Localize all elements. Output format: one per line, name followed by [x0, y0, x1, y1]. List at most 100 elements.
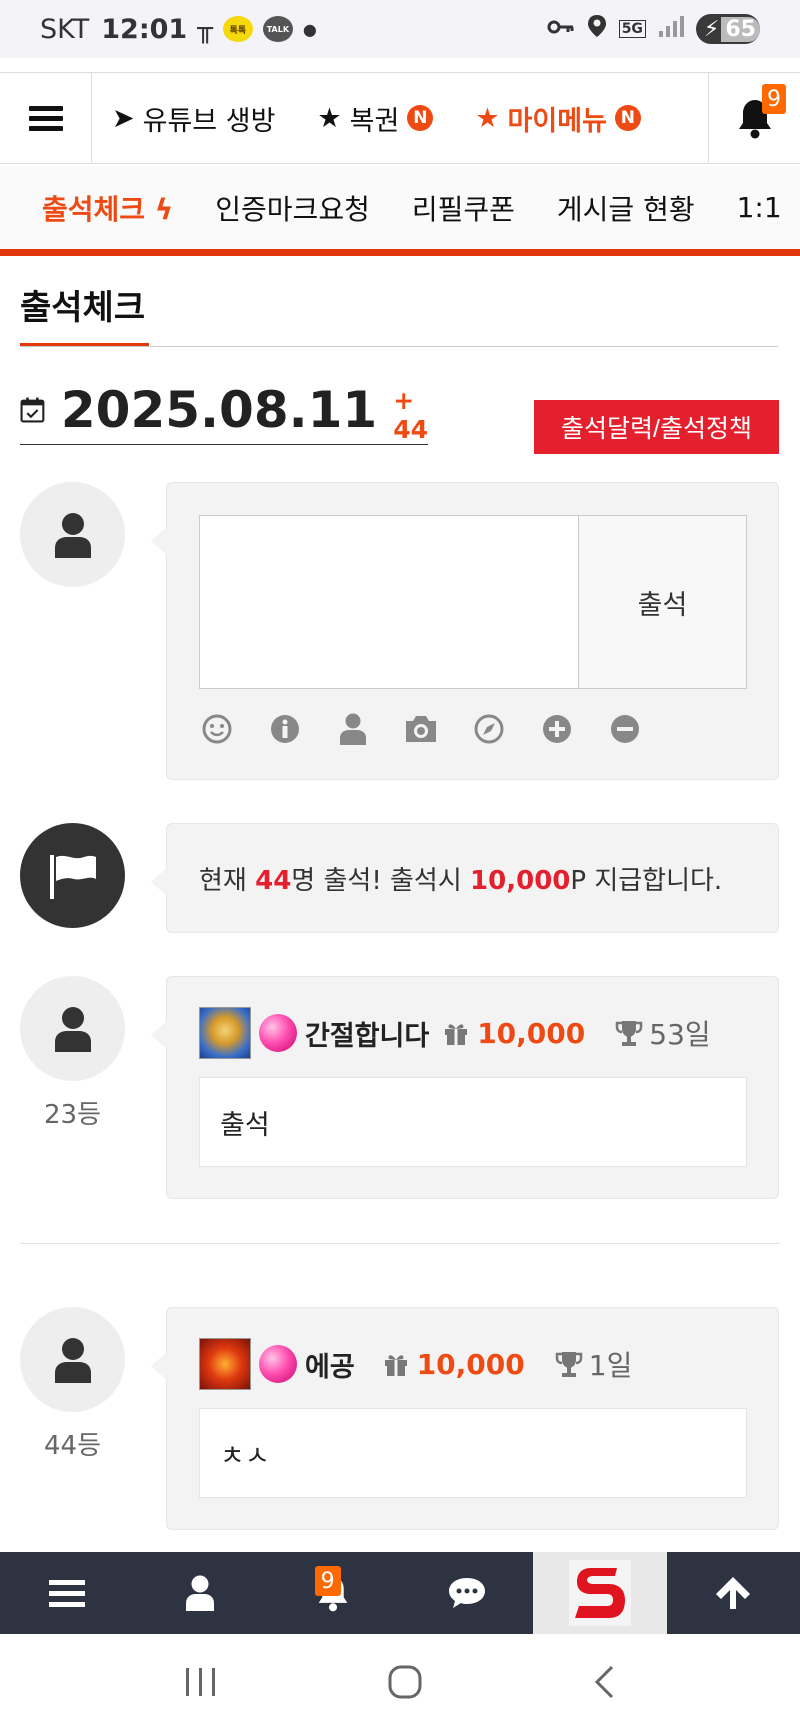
nav-item-label: 유튜브 생방: [142, 105, 276, 137]
notice-mid: 명 출석! 출석시: [291, 866, 471, 896]
system-nav-bar: [0, 1634, 800, 1734]
nav-item-label: 복권: [349, 105, 400, 137]
scroll-top-button[interactable]: [667, 1552, 800, 1634]
rank-label: 23등: [43, 1100, 101, 1130]
top-nav: ➤ 유튜브 생방 ★ 복권 N ★ 마이메뉴 N 9: [0, 72, 800, 164]
info-icon[interactable]: [267, 711, 303, 747]
lightning-icon: ϟ: [154, 192, 174, 226]
page-title: 출석체크: [20, 288, 146, 328]
trophy-icon: [616, 1021, 643, 1046]
user-icon: [54, 512, 91, 558]
username[interactable]: 간절합니다: [305, 1014, 429, 1053]
status-right: 5G ⚡ 65: [547, 14, 760, 44]
menu-button[interactable]: [0, 72, 92, 164]
notice-points: 10,000: [470, 866, 571, 896]
camera-icon[interactable]: [403, 711, 439, 747]
username[interactable]: 에공: [305, 1345, 355, 1384]
chat-icon: [448, 1578, 485, 1608]
attendance-policy-button[interactable]: 출석달력/출석정책: [534, 400, 779, 454]
nav-item-label: 마이메뉴: [507, 105, 607, 137]
talk-app-icon: TALK: [262, 16, 293, 42]
app-menu-button[interactable]: [0, 1552, 133, 1634]
gift-icon: [445, 1024, 468, 1045]
notifications-button[interactable]: 9: [708, 72, 800, 164]
tab-post-status[interactable]: 게시글 현황: [557, 188, 695, 228]
streak-days: 1일: [555, 1344, 633, 1384]
star-icon: ★: [317, 102, 342, 134]
new-badge: N: [614, 105, 641, 131]
kakao-app-icon: 톡톡: [222, 16, 253, 42]
charging-bolt-icon: ⚡: [703, 16, 720, 42]
days-value: 1일: [588, 1349, 633, 1382]
attendance-composer: 출석: [151, 482, 779, 780]
network-type: 5G: [618, 20, 646, 38]
streak-days: 53일: [615, 1013, 711, 1053]
avatar: [20, 976, 125, 1081]
home-icon: [388, 1665, 422, 1699]
comment-input[interactable]: [200, 516, 579, 688]
signal-bars-icon: [658, 15, 684, 43]
home-button[interactable]: [387, 1664, 423, 1704]
nav-item-youtube-live[interactable]: ➤ 유튜브 생방: [112, 99, 275, 138]
minus-circle-icon[interactable]: [607, 711, 643, 747]
tab-label: 출석체크: [42, 192, 146, 226]
status-bar: SKT 12:01 ╥ 톡톡 TALK ● 5G ⚡ 65: [0, 0, 800, 58]
carrier-label: SKT: [40, 13, 90, 45]
tab-refill-coupon[interactable]: 리필쿠폰: [412, 188, 515, 228]
days-value: 53일: [649, 1018, 711, 1051]
attendance-count: + 44: [393, 385, 428, 444]
arrow-up-icon: [716, 1577, 751, 1609]
site-logo-button[interactable]: [533, 1552, 667, 1634]
entry-comment: 출석: [199, 1077, 747, 1167]
level-icon: [259, 1345, 297, 1383]
compass-icon[interactable]: [471, 711, 507, 747]
signal-t-icon: ╥: [197, 14, 213, 44]
notice-pre: 현재: [199, 866, 256, 896]
bottom-app-bar: 9: [0, 1552, 800, 1634]
user-icon[interactable]: [335, 711, 371, 747]
date-row: 2025.08.11 + 44: [20, 375, 428, 445]
points-earned: 10,000: [383, 1348, 525, 1381]
attendance-entry: 에공 10,000 1일 ㅊㅅ: [151, 1307, 779, 1530]
back-button[interactable]: [592, 1664, 616, 1704]
user-thumbnail[interactable]: [199, 1007, 251, 1059]
tab-cert-mark-request[interactable]: 인증마크요청: [215, 188, 370, 228]
entry-header: 간절합니다 10,000 53일: [199, 1007, 711, 1059]
points-value: 10,000: [416, 1347, 525, 1381]
location-icon: [587, 14, 607, 44]
battery-indicator: ⚡ 65: [695, 14, 760, 44]
user-thumbnail[interactable]: [199, 1338, 251, 1390]
avatar: [20, 482, 125, 587]
flag-icon: [49, 854, 96, 899]
hamburger-icon: [28, 101, 63, 136]
points-value: 10,000: [477, 1016, 586, 1050]
s-logo-icon: [568, 1560, 631, 1626]
user-icon: [54, 1337, 91, 1383]
rank-label: 44등: [43, 1431, 101, 1461]
title-underline: [20, 343, 149, 346]
cursor-icon: ➤: [112, 102, 135, 134]
chat-button[interactable]: [400, 1552, 533, 1634]
star-icon: ★: [475, 102, 500, 134]
gift-icon: [384, 1355, 407, 1376]
attendance-notice: 현재 44명 출석! 출석시 10,000P 지급합니다.: [151, 823, 779, 933]
dot-icon: ●: [302, 19, 317, 39]
new-badge: N: [407, 105, 434, 131]
battery-level: 65: [721, 16, 760, 42]
recent-apps-button[interactable]: [184, 1666, 218, 1702]
back-icon: [594, 1665, 613, 1699]
avatar: [20, 1307, 125, 1412]
attend-submit-button[interactable]: 출석: [579, 516, 746, 688]
tab-one-on-one[interactable]: 1:1: [737, 191, 782, 224]
tab-attendance[interactable]: 출석체크 ϟ: [42, 188, 173, 228]
plus-circle-icon[interactable]: [539, 711, 575, 747]
nav-item-lottery[interactable]: ★ 복권 N: [317, 99, 434, 138]
user-icon: [185, 1575, 214, 1611]
attendance-date: 2025.08.11: [60, 380, 378, 439]
entry-divider: [20, 1243, 780, 1244]
notification-count-badge: 9: [314, 1566, 341, 1596]
smile-icon[interactable]: [199, 711, 235, 747]
nav-item-my-menu[interactable]: ★ 마이메뉴 N: [475, 99, 641, 138]
app-notifications-button[interactable]: 9: [267, 1552, 400, 1634]
profile-button[interactable]: [133, 1552, 266, 1634]
